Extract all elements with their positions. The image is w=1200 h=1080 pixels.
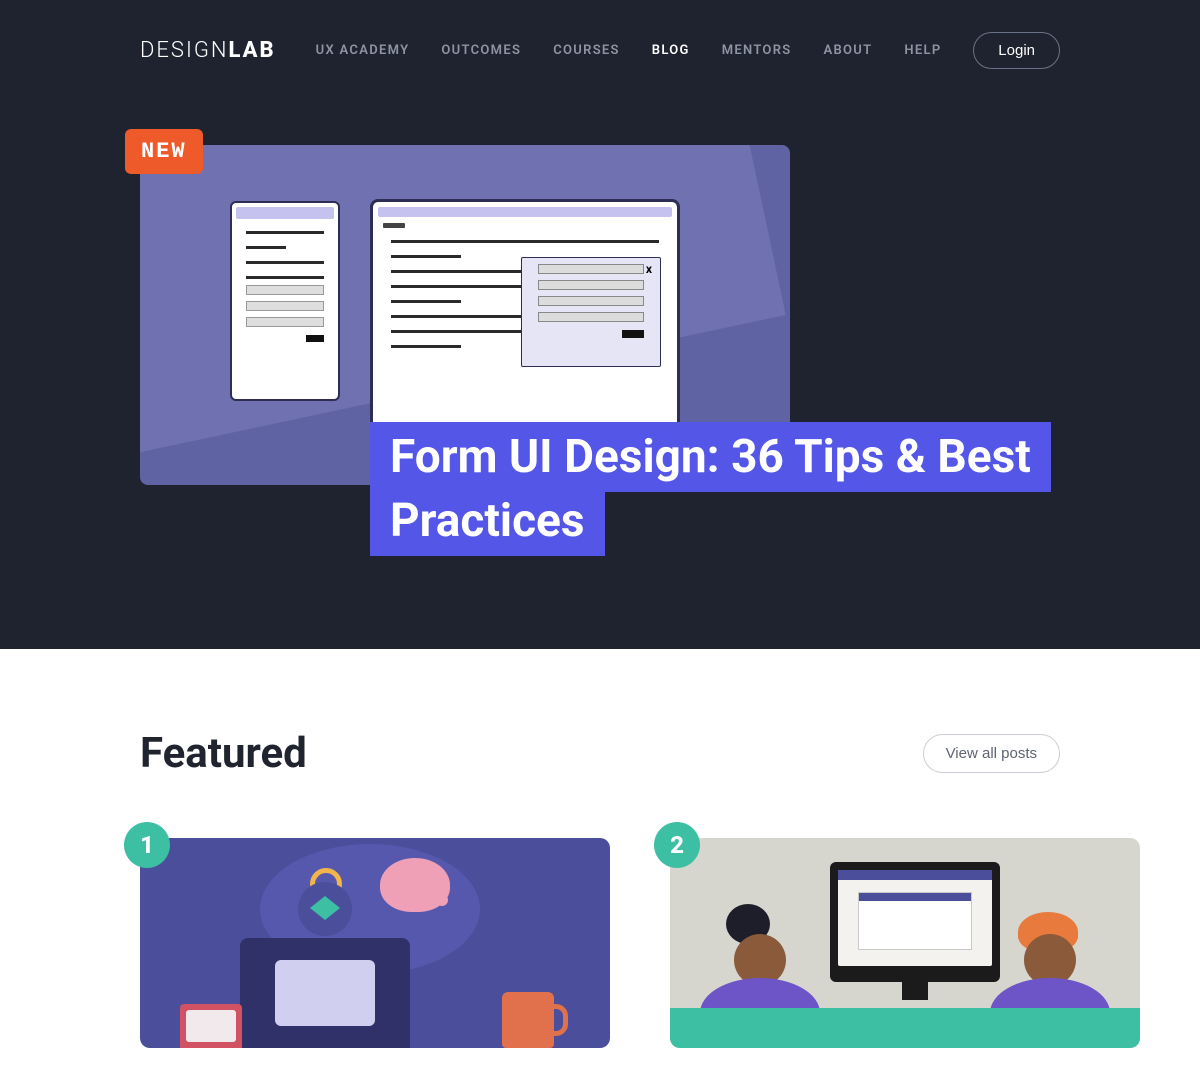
featured-card-2[interactable] [670,838,1140,1048]
piggybank-icon [380,858,450,912]
nav-outcomes[interactable]: OUTCOMES [441,43,521,58]
brand-light: DESIGN [140,38,229,63]
rank-badge-1: 1 [124,822,170,868]
new-badge: NEW [125,129,203,174]
featured-card-1[interactable] [140,838,610,1048]
book-icon [180,1004,242,1048]
mug-icon [502,992,554,1048]
nav-about[interactable]: ABOUT [824,43,873,58]
monitor-screen-icon [838,870,992,966]
rank-badge-2: 2 [654,822,700,868]
close-x-icon: x [646,262,652,276]
laptop-icon [240,938,410,1048]
featured-section: Featured View all posts 1 2 [0,649,1200,1048]
brand-logo[interactable]: DESIGNLAB [140,38,276,63]
featured-card-2-wrap: 2 [670,838,1140,1048]
top-nav: DESIGNLAB UX ACADEMY OUTCOMES COURSES BL… [0,0,1200,69]
nav-mentors[interactable]: MENTORS [722,43,792,58]
featured-header: Featured View all posts [140,729,1060,778]
hero-article-link[interactable]: x NEW Form UI Design: 36 Tips & Best Pra… [140,129,1080,589]
nav-blog[interactable]: BLOG [652,43,690,58]
mock-desktop-icon: x [370,199,680,435]
monitor-icon [830,862,1000,982]
person-right-icon [990,918,1110,1048]
featured-cards: 1 2 [140,838,1060,1048]
mock-mobile-icon [230,201,340,401]
hero-title-text: Form UI Design: 36 Tips & Best Practices [370,422,1051,556]
featured-card-1-wrap: 1 [140,838,610,1048]
hero-section: DESIGNLAB UX ACADEMY OUTCOMES COURSES BL… [0,0,1200,649]
login-button[interactable]: Login [973,32,1060,69]
featured-heading: Featured [140,729,307,778]
nav-help[interactable]: HELP [904,43,941,58]
graduation-cap-icon [298,882,352,936]
person-left-icon [700,918,820,1048]
nav-courses[interactable]: COURSES [553,43,620,58]
nav-ux-academy[interactable]: UX ACADEMY [316,43,410,58]
hero-title: Form UI Design: 36 Tips & Best Practices [370,425,1100,554]
mock-modal-icon: x [521,257,661,367]
view-all-button[interactable]: View all posts [923,734,1060,773]
nav-links: UX ACADEMY OUTCOMES COURSES BLOG MENTORS… [316,43,942,58]
brand-bold: LAB [229,38,276,63]
